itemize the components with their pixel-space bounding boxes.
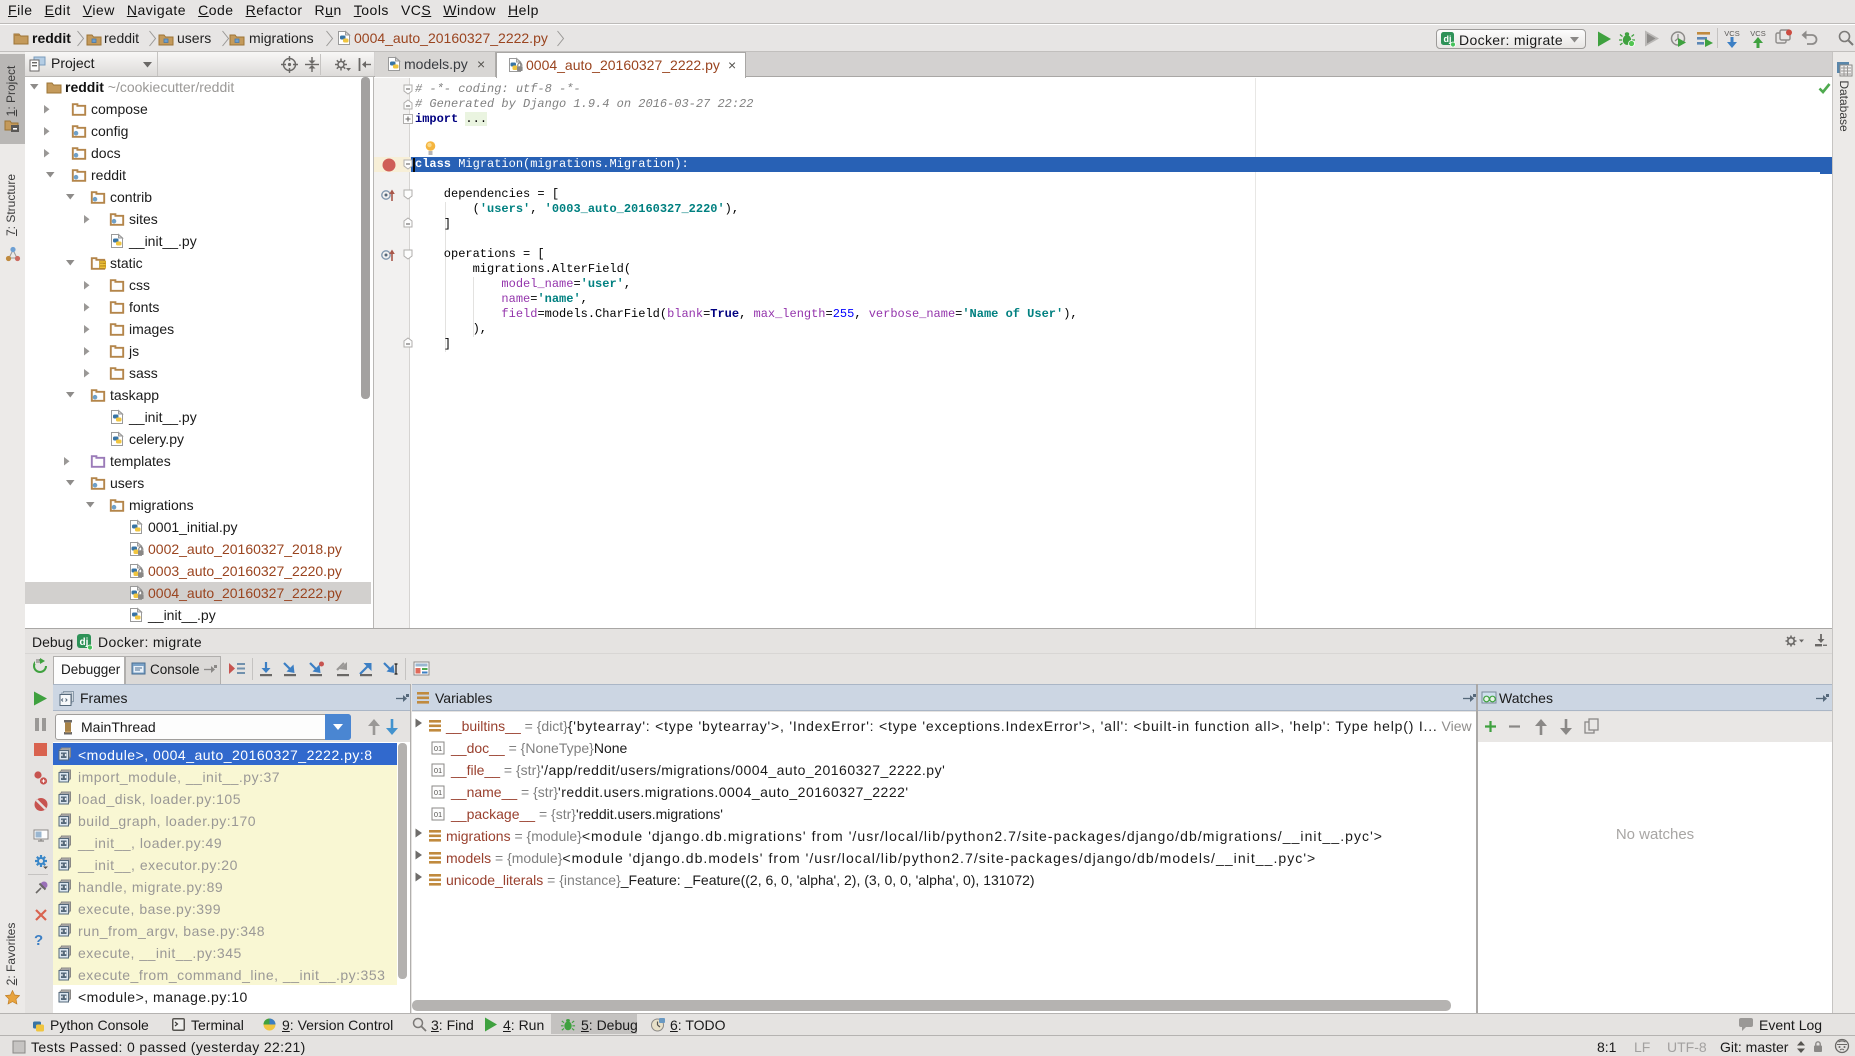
svg-text:VCS: VCS bbox=[1750, 29, 1765, 38]
svg-text:VCS: VCS bbox=[1724, 29, 1739, 38]
svg-text:dj: dj bbox=[80, 637, 89, 648]
svg-text:dj: dj bbox=[1444, 34, 1452, 44]
